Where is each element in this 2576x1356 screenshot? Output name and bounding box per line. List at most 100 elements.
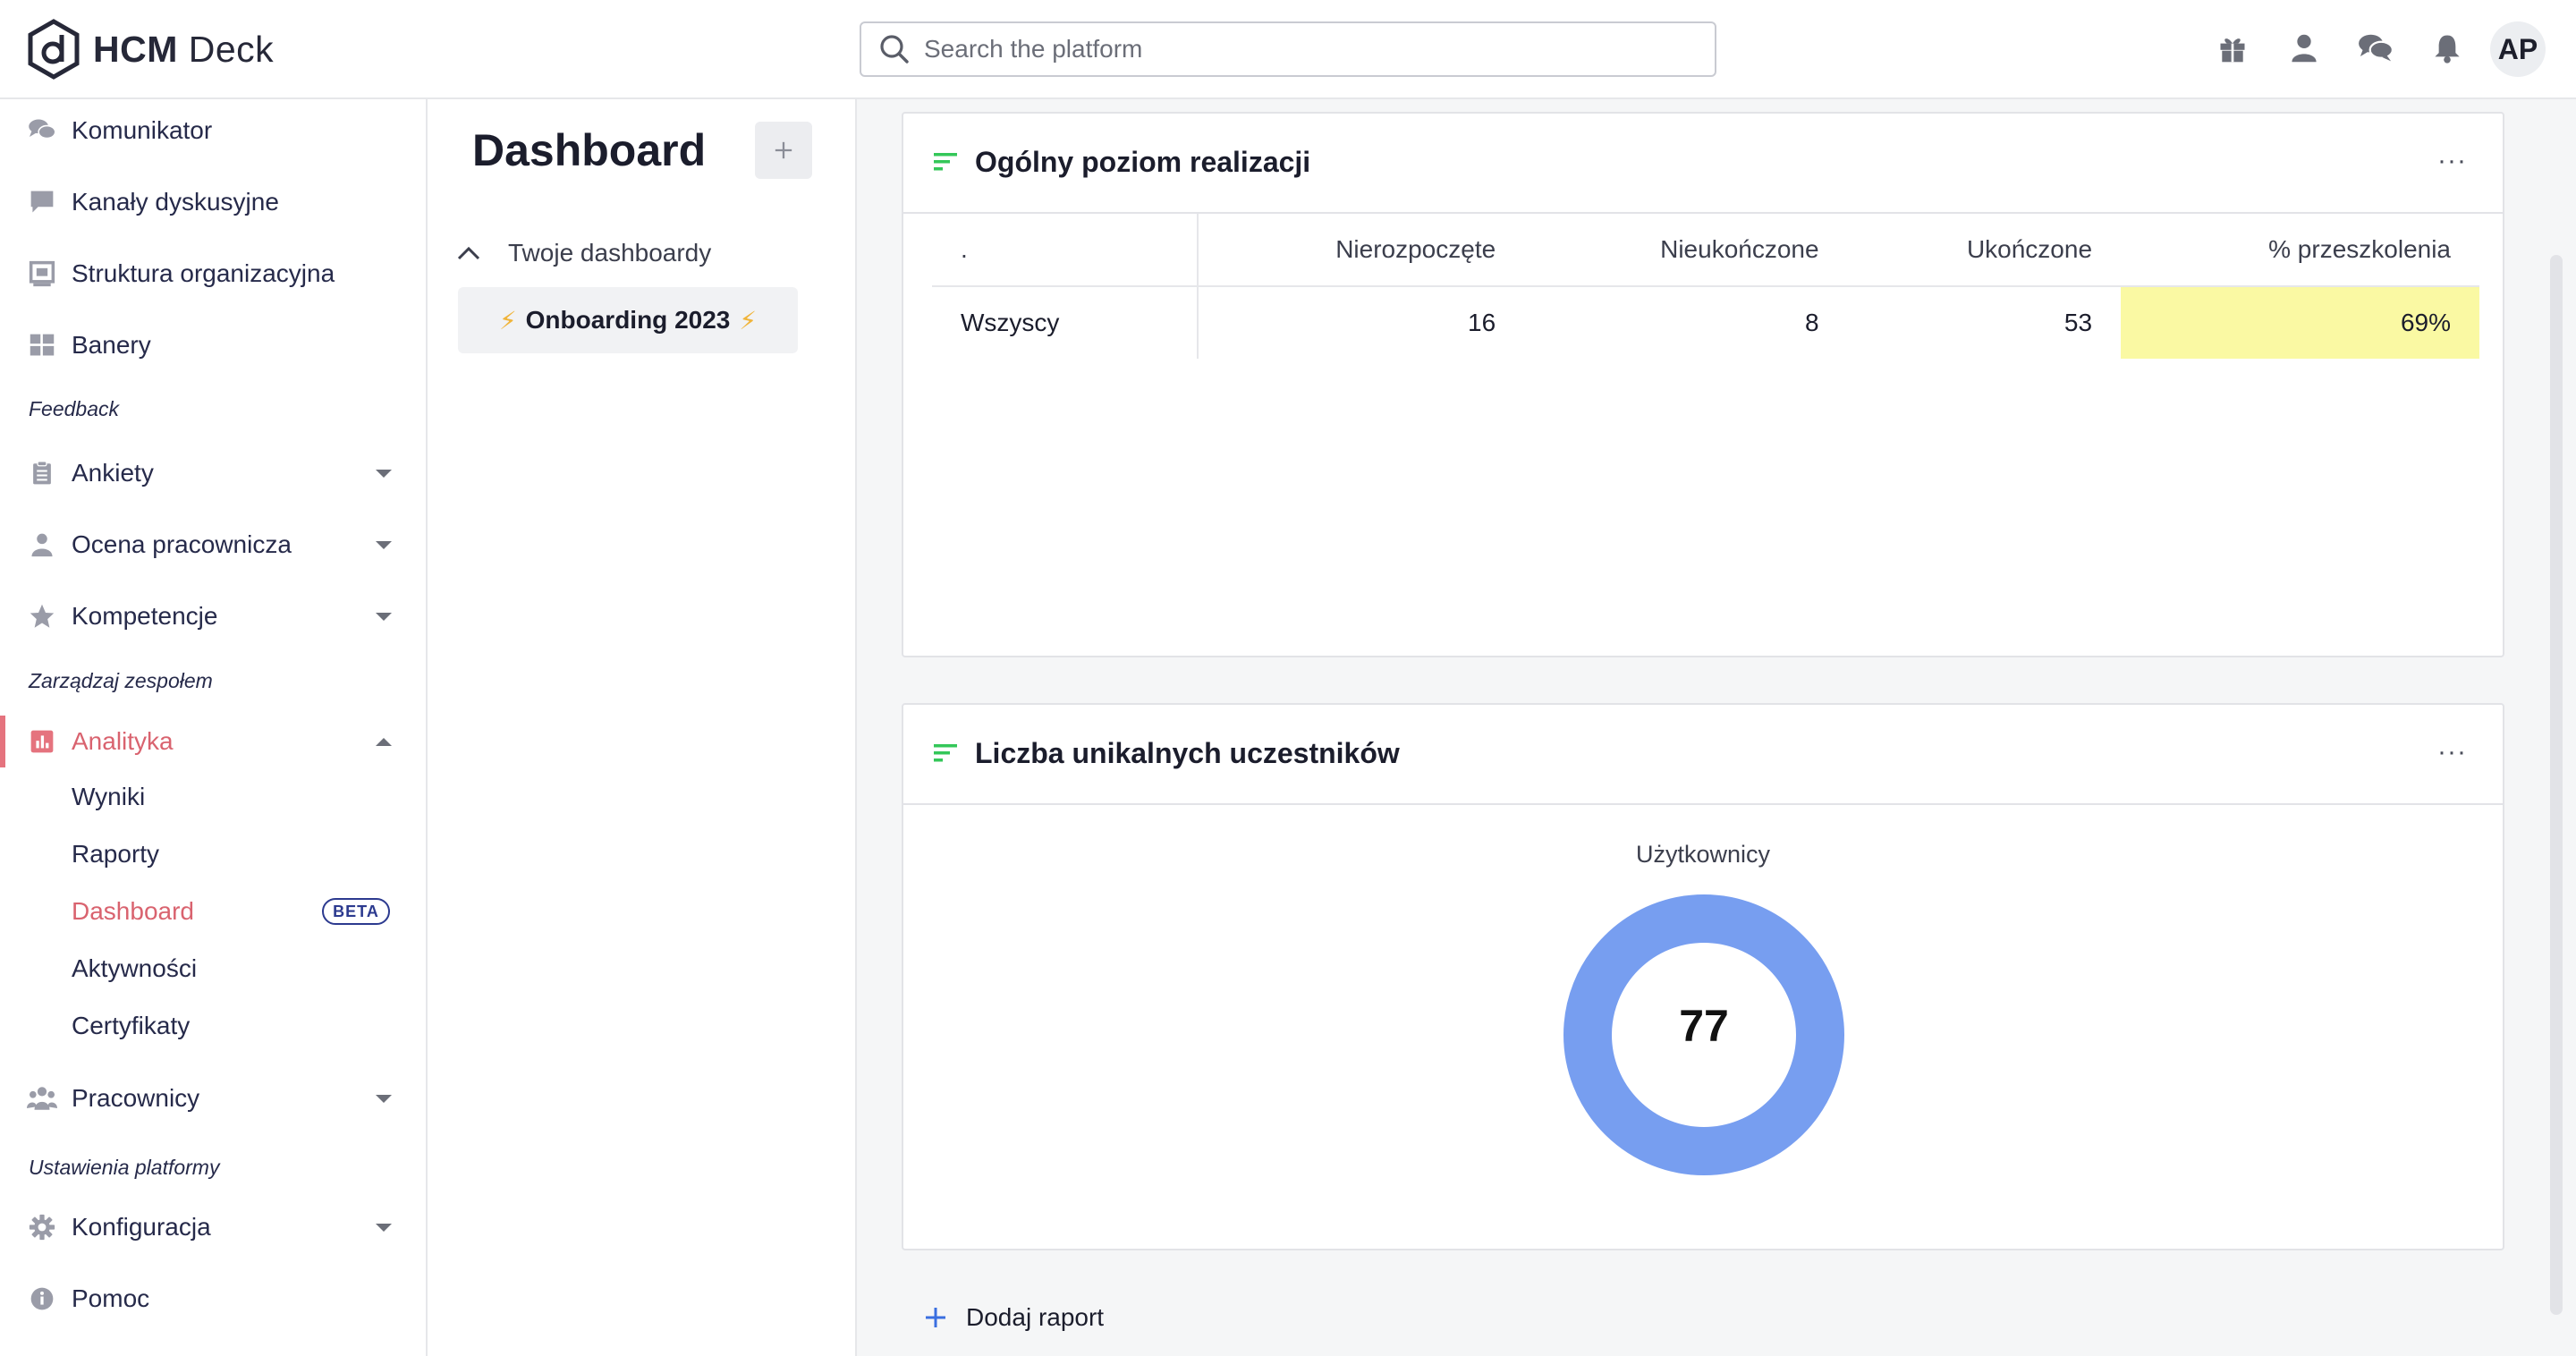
sidebar-item-analityka[interactable]: Analityka xyxy=(0,710,426,773)
beta-badge: BETA xyxy=(322,898,390,925)
grid-icon xyxy=(27,330,57,360)
sidebar-item-label: Kanały dyskusyjne xyxy=(72,188,279,216)
sidebar-sub-aktywnosci[interactable]: Aktywności xyxy=(72,954,197,983)
sidebar-item-label: Pomoc xyxy=(72,1284,150,1312)
sidebar-sub-wyniki[interactable]: Wyniki xyxy=(72,783,145,811)
sidebar-item-konfiguracja[interactable]: Konfiguracja xyxy=(0,1196,426,1259)
report-card-realizacja: Ogólny poziom realizacji ··· . Nierozpoc… xyxy=(902,112,2504,657)
dashboard-item-onboarding[interactable]: ⚡ Onboarding 2023 ⚡ xyxy=(458,287,798,353)
table-cell: Wszyscy xyxy=(932,286,1199,359)
dashboards-panel: Dashboard Twoje dashboardy ⚡ Onboarding … xyxy=(428,99,857,1356)
dashboard-group-label: Twoje dashboardy xyxy=(508,239,712,267)
sidebar-item-pracownicy[interactable]: Pracownicy xyxy=(0,1067,426,1130)
report-card-uczestnicy: Liczba unikalnych uczestników ··· Użytko… xyxy=(902,703,2504,1250)
card-header: Ogólny poziom realizacji ··· xyxy=(903,114,2503,214)
sidebar-sub-certyfikaty[interactable]: Certyfikaty xyxy=(72,1012,190,1040)
people-icon xyxy=(27,1083,57,1114)
chevron-up-icon xyxy=(457,246,480,260)
chevron-up-icon xyxy=(376,738,392,746)
gift-icon[interactable] xyxy=(2215,30,2250,66)
sidebar-item-ankiety[interactable]: Ankiety xyxy=(0,442,426,504)
sidebar-item-ocena[interactable]: Ocena pracownicza xyxy=(0,513,426,576)
message-icon xyxy=(27,187,57,217)
sidebar-sub-dashboard[interactable]: Dashboard xyxy=(72,897,194,926)
search-icon xyxy=(880,35,909,64)
section-team: Zarządzaj zespołem xyxy=(29,669,213,692)
chevron-down-icon xyxy=(376,1095,392,1103)
filter-lines-icon xyxy=(934,744,957,762)
column-header[interactable]: % przeszkolenia xyxy=(2121,214,2479,287)
chevron-down-icon xyxy=(376,1224,392,1232)
logo-text: HCM Deck xyxy=(93,28,275,70)
add-report-button[interactable]: Dodaj raport xyxy=(925,1303,1104,1332)
sidebar-item-label: Struktura organizacyjna xyxy=(72,259,335,287)
dashboard-item-label: Onboarding 2023 xyxy=(525,306,731,334)
table-cell: 16 xyxy=(1468,309,1496,336)
sidebar-item-kompetencje[interactable]: Kompetencje xyxy=(0,585,426,648)
top-bar: HCM Deck A xyxy=(0,0,2576,99)
more-options-icon[interactable]: ··· xyxy=(2437,146,2467,176)
chart-label: Użytkownicy xyxy=(1635,841,1771,868)
sidebar-sub-raporty[interactable]: Raporty xyxy=(72,840,159,869)
section-feedback: Feedback xyxy=(29,397,120,420)
clipboard-icon xyxy=(27,458,57,488)
plus-icon xyxy=(926,1308,945,1327)
chat-icon xyxy=(27,115,57,146)
dashboard-group-toggle[interactable]: Twoje dashboardy xyxy=(456,235,711,271)
section-settings: Ustawienia platformy xyxy=(29,1156,220,1179)
logo[interactable]: HCM Deck xyxy=(27,18,274,81)
donut-value: 77 xyxy=(1679,1001,1729,1051)
chevron-down-icon xyxy=(376,541,392,549)
avatar[interactable]: AP xyxy=(2490,21,2546,77)
table-cell-highlight: 69% xyxy=(2121,286,2479,359)
chat-icon[interactable] xyxy=(2358,30,2394,66)
sidebar-item-struktura[interactable]: Struktura organizacyjna xyxy=(0,242,426,305)
search-box[interactable] xyxy=(860,21,1716,77)
sidebar-item-banery[interactable]: Banery xyxy=(0,314,426,377)
chart-icon xyxy=(27,726,57,757)
sidebar-item-pomoc[interactable]: Pomoc xyxy=(0,1267,426,1330)
sidebar-item-komunikator[interactable]: Komunikator xyxy=(0,99,426,162)
sidebar-item-label: Banery xyxy=(72,331,151,359)
logo-icon xyxy=(28,19,80,80)
report-table: . Nierozpoczęte Nieukończone Ukończone %… xyxy=(932,214,2479,359)
sidebar: Komunikator Kanały dyskusyjne Struktura … xyxy=(0,99,428,1356)
lightning-icon: ⚡ xyxy=(498,306,517,335)
card-title: Ogólny poziom realizacji xyxy=(975,146,1311,178)
chevron-down-icon xyxy=(376,613,392,621)
more-options-icon[interactable]: ··· xyxy=(2437,737,2467,767)
page-title: Dashboard xyxy=(472,125,707,175)
table-cell: 8 xyxy=(1804,309,1819,336)
chevron-down-icon xyxy=(376,470,392,478)
table-header-row: . Nierozpoczęte Nieukończone Ukończone %… xyxy=(932,214,2479,287)
info-icon xyxy=(27,1284,57,1314)
scrollbar[interactable] xyxy=(2550,255,2563,1315)
column-header[interactable]: Nieukończone xyxy=(1524,214,1848,287)
sidebar-item-label: Pracownicy xyxy=(72,1084,200,1112)
search-input[interactable] xyxy=(922,34,1695,64)
column-header[interactable]: Ukończone xyxy=(1847,214,2122,287)
main-content: Ogólny poziom realizacji ··· . Nierozpoc… xyxy=(857,99,2576,1356)
plus-icon xyxy=(775,141,792,159)
add-dashboard-button[interactable] xyxy=(755,122,812,179)
add-report-label: Dodaj raport xyxy=(966,1303,1105,1331)
card-header: Liczba unikalnych uczestników ··· xyxy=(903,705,2503,805)
lightning-icon: ⚡ xyxy=(739,306,758,335)
bell-icon[interactable] xyxy=(2429,30,2465,66)
org-icon xyxy=(27,258,57,289)
sidebar-item-label: Analityka xyxy=(72,727,174,755)
column-header[interactable]: . xyxy=(932,214,1199,287)
sidebar-item-label: Konfiguracja xyxy=(72,1213,211,1241)
sidebar-item-label: Kompetencje xyxy=(72,602,218,630)
sidebar-item-label: Komunikator xyxy=(72,116,213,144)
filter-lines-icon xyxy=(934,153,957,171)
star-icon xyxy=(27,601,57,631)
sidebar-item-kanaly[interactable]: Kanały dyskusyjne xyxy=(0,171,426,233)
user-icon[interactable] xyxy=(2286,30,2322,66)
card-title: Liczba unikalnych uczestników xyxy=(975,737,1400,769)
sidebar-item-label: Ocena pracownicza xyxy=(72,530,292,558)
table-cell: 53 xyxy=(2063,309,2093,336)
gear-icon xyxy=(27,1212,57,1242)
table-row: Wszyscy 16 8 53 69% xyxy=(932,286,2479,359)
column-header[interactable]: Nierozpoczęte xyxy=(1198,214,1525,287)
